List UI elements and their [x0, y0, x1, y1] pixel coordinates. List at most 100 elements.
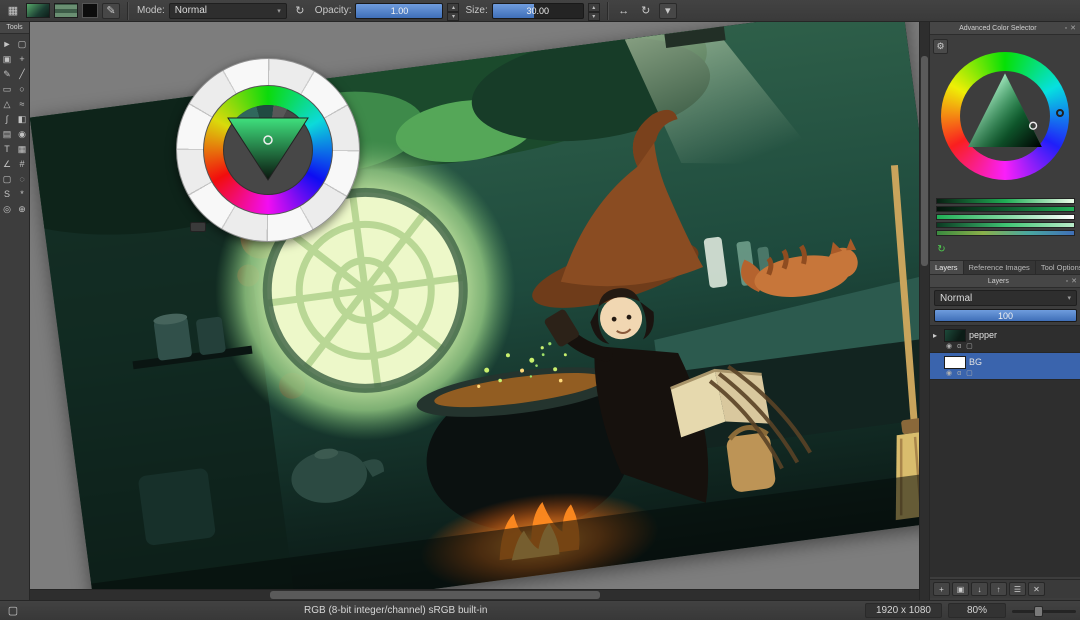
mirror-horizontal-icon[interactable]: ↔ — [615, 3, 633, 19]
line-tool[interactable]: ╱ — [15, 67, 29, 81]
layers-docker-title: Layers — [934, 278, 1063, 285]
delete-layer-button[interactable]: ✕ — [1028, 582, 1045, 596]
zoom-slider-knob[interactable] — [1034, 606, 1043, 617]
size-slider[interactable]: 30.00 — [492, 3, 584, 19]
canvas-artwork[interactable] — [30, 22, 919, 600]
refresh-icon[interactable]: ↻ — [935, 243, 948, 256]
spin-up-icon[interactable]: ▴ — [447, 3, 459, 12]
vertical-scrollbar-thumb[interactable] — [921, 56, 928, 266]
float-icon[interactable]: ▫ — [1065, 25, 1067, 32]
sv-triangle[interactable] — [222, 108, 314, 188]
color-sampler-tool[interactable]: ◉ — [15, 127, 29, 141]
grid-icon[interactable]: ▦ — [4, 3, 22, 19]
size-spinner[interactable]: ▴ ▾ — [588, 3, 600, 19]
add-layer-button[interactable]: + — [933, 582, 950, 596]
opacity-slider[interactable]: 1.00 — [355, 3, 443, 19]
popup-palette[interactable] — [176, 58, 360, 242]
gradient-tool[interactable]: ▤ — [0, 127, 14, 141]
close-icon[interactable]: ✕ — [1070, 24, 1076, 32]
zoom-level-label[interactable]: 80% — [948, 603, 1006, 618]
gradient-swatch[interactable] — [26, 3, 50, 18]
freehand-brush-tool[interactable]: ✎ — [0, 67, 14, 81]
pattern-tool[interactable]: ▦ — [15, 142, 29, 156]
blending-mode-select[interactable]: Normal ▾ — [169, 3, 287, 19]
layer-list: ▸ pepper ◉ α ▢ BG ◉ α — [930, 325, 1080, 577]
rect-select-tool[interactable]: ▢ — [0, 172, 14, 186]
spin-down-icon[interactable]: ▾ — [588, 12, 600, 21]
fill-tool[interactable]: ◧ — [15, 112, 29, 126]
spin-up-icon[interactable]: ▴ — [588, 3, 600, 12]
layer-blend-mode-select[interactable]: Normal ▾ — [934, 290, 1077, 306]
tab-layers[interactable]: Layers — [930, 261, 964, 274]
shade-selector[interactable] — [936, 198, 1075, 238]
layers-docker-titlebar[interactable]: Layers ▫ ✕ — [930, 275, 1080, 288]
shade-strip[interactable] — [936, 198, 1075, 204]
alpha-lock-icon[interactable]: α — [957, 369, 961, 378]
ellipse-select-tool[interactable]: ◌ — [15, 172, 29, 186]
visibility-eye-icon[interactable]: ◉ — [946, 342, 952, 351]
assistants-tool[interactable]: # — [15, 157, 29, 171]
selection-indicator-icon[interactable]: ▢ — [4, 603, 22, 619]
layer-thumbnail[interactable] — [944, 356, 966, 369]
vertical-scrollbar[interactable] — [919, 22, 929, 600]
shade-strip[interactable] — [936, 222, 1075, 228]
layer-name[interactable]: pepper — [969, 330, 997, 340]
duplicate-layer-button[interactable]: ▣ — [952, 582, 969, 596]
zoom-tool[interactable]: ◎ — [0, 202, 14, 216]
text-tool[interactable]: T — [0, 142, 14, 156]
shade-strip[interactable] — [936, 206, 1075, 212]
foreground-color-swatch[interactable] — [82, 3, 98, 18]
pan-tool[interactable]: ⊕ — [15, 202, 29, 216]
rectangle-tool[interactable]: ▭ — [0, 82, 14, 96]
inherit-alpha-icon[interactable]: ▢ — [966, 342, 973, 351]
crop-tool[interactable]: ▣ — [0, 52, 14, 66]
layer-opacity-slider[interactable]: 100 — [934, 309, 1077, 322]
transform-tool[interactable]: ▢ — [15, 37, 29, 51]
color-wheel[interactable] — [941, 52, 1069, 180]
float-icon[interactable]: ▫ — [1066, 278, 1068, 285]
sv-triangle[interactable] — [941, 52, 1069, 180]
pattern-swatch[interactable] — [54, 3, 78, 18]
blending-mode-value: Normal — [175, 5, 207, 16]
polyline-tool[interactable]: ≈ — [15, 97, 29, 111]
layer-row-bg[interactable]: BG ◉ α ▢ — [930, 353, 1080, 380]
palette-tag-handle[interactable] — [190, 222, 206, 232]
ellipse-tool[interactable]: ○ — [15, 82, 29, 96]
visibility-eye-icon[interactable]: ◉ — [946, 369, 952, 378]
reload-preset-icon[interactable]: ↻ — [291, 3, 309, 19]
inherit-alpha-icon[interactable]: ▢ — [966, 369, 973, 378]
brush-editor-button[interactable]: ✎ — [102, 3, 120, 19]
krita-window: ▦ ✎ Mode: Normal ▾ ↻ Opacity: 1.00 ▴ ▾ S… — [0, 0, 1080, 620]
similar-select-tool[interactable]: * — [15, 187, 29, 201]
layer-name[interactable]: BG — [969, 357, 982, 367]
move-tool[interactable]: + — [15, 52, 29, 66]
alpha-lock-icon[interactable]: α — [957, 342, 961, 351]
layer-row-pepper[interactable]: ▸ pepper ◉ α ▢ — [930, 326, 1080, 353]
shape-select-tool[interactable]: ► — [0, 37, 14, 51]
layer-thumbnail[interactable] — [944, 329, 966, 342]
zoom-slider[interactable] — [1012, 604, 1076, 618]
shade-strip[interactable] — [936, 214, 1075, 220]
polygon-tool[interactable]: △ — [0, 97, 14, 111]
bezier-curve-tool[interactable]: ∫ — [0, 112, 14, 126]
spin-down-icon[interactable]: ▾ — [447, 12, 459, 21]
freehand-select-tool[interactable]: S — [0, 187, 14, 201]
move-layer-down-button[interactable]: ↓ — [971, 582, 988, 596]
hue-marker[interactable] — [1056, 109, 1064, 117]
horizontal-scrollbar[interactable] — [30, 589, 919, 600]
advanced-color-selector-titlebar[interactable]: Advanced Color Selector ▫ ✕ — [930, 22, 1080, 35]
wraparound-icon[interactable]: ↻ — [637, 3, 655, 19]
tab-tool-options[interactable]: Tool Options — [1036, 261, 1080, 274]
opacity-spinner[interactable]: ▴ ▾ — [447, 3, 459, 19]
expand-arrow-icon[interactable]: ▸ — [933, 331, 941, 340]
tools-docker-title[interactable]: Tools — [0, 22, 29, 34]
horizontal-scrollbar-thumb[interactable] — [270, 591, 600, 599]
layer-properties-button[interactable]: ☰ — [1009, 582, 1026, 596]
measure-tool[interactable]: ∠ — [0, 157, 14, 171]
tab-reference-images[interactable]: Reference Images — [964, 261, 1036, 274]
move-layer-up-button[interactable]: ↑ — [990, 582, 1007, 596]
workspace-chooser-icon[interactable]: ▾ — [659, 3, 677, 19]
close-icon[interactable]: ✕ — [1071, 277, 1077, 285]
canvas-area[interactable] — [30, 22, 919, 600]
shade-strip[interactable] — [936, 230, 1075, 236]
